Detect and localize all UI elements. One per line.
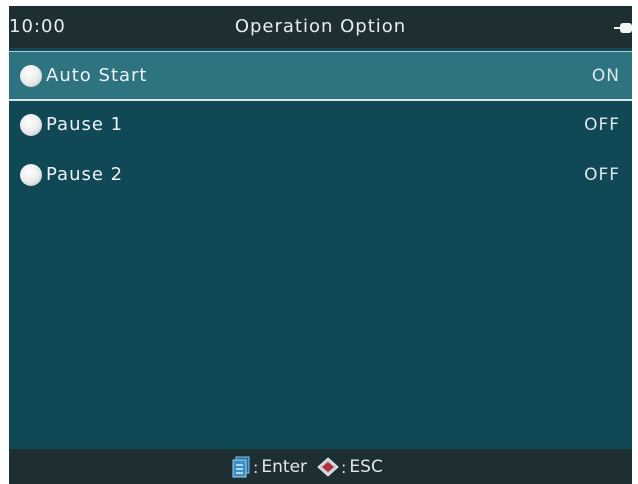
esc-hint-label: ESC	[349, 457, 383, 477]
radio-dot-icon	[20, 164, 42, 186]
device-screen: 10:00 Operation Option Auto Start ON Pau…	[9, 6, 632, 484]
status-bar: 10:00 Operation Option	[9, 6, 632, 48]
menu-item-value: OFF	[584, 165, 620, 185]
bottom-hint-bar: : Enter : ESC	[9, 449, 632, 484]
radio-dot-icon	[20, 114, 42, 136]
key-hints: : Enter : ESC	[231, 455, 383, 479]
radio-dot-icon	[20, 65, 42, 87]
menu-item-auto-start[interactable]: Auto Start ON	[9, 51, 632, 101]
menu-item-value: ON	[591, 66, 620, 86]
menu-item-pause-2[interactable]: Pause 2 OFF	[9, 151, 632, 201]
menu-item-pause-1[interactable]: Pause 1 OFF	[9, 101, 632, 151]
screen-title: Operation Option	[234, 16, 407, 37]
menu-item-label: Auto Start	[46, 65, 148, 86]
enter-icon	[232, 456, 250, 478]
esc-icon	[317, 457, 339, 477]
menu-item-label: Pause 2	[46, 164, 124, 185]
menu-item-value: OFF	[584, 115, 620, 135]
menu-item-label: Pause 1	[46, 114, 124, 135]
plug-icon	[614, 23, 632, 33]
enter-hint-label: Enter	[261, 457, 308, 477]
